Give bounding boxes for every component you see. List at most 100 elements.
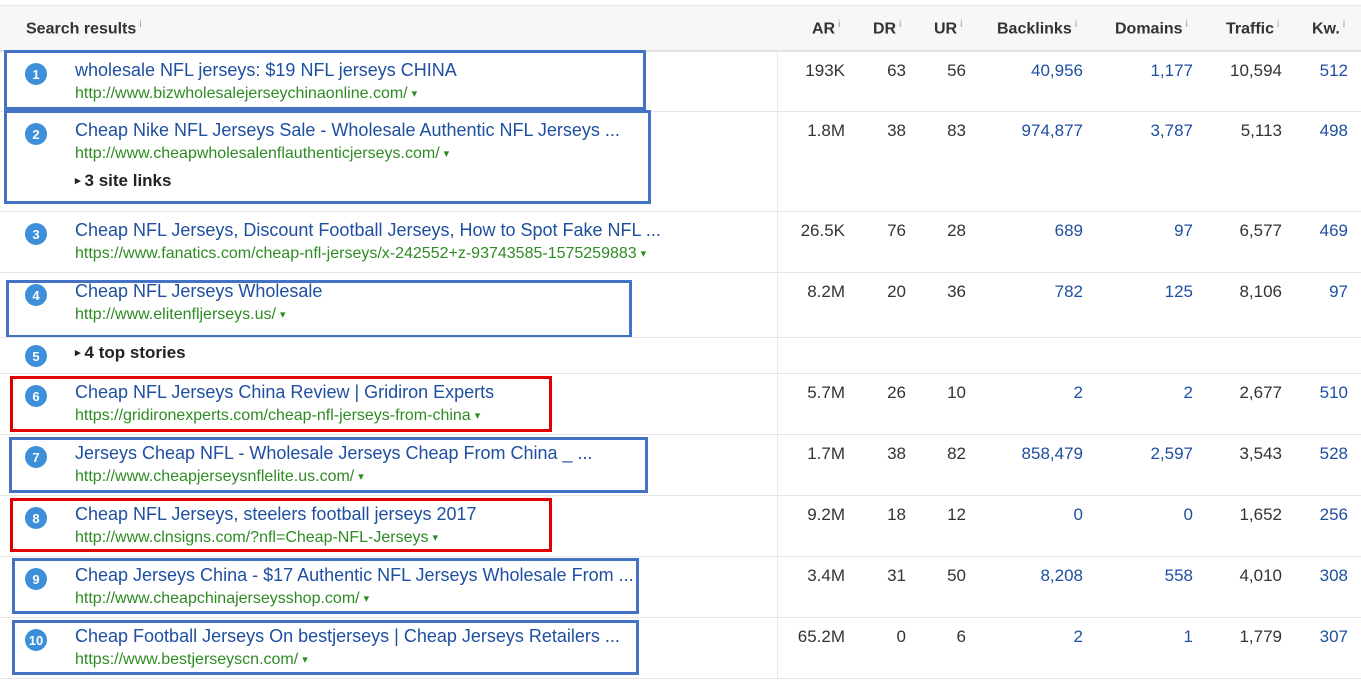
metric-domains[interactable]: 2,597 (1150, 444, 1193, 464)
position-badge: 3 (25, 223, 47, 245)
metric-traffic: 1,779 (1239, 627, 1282, 646)
header-ur[interactable]: UR i (934, 19, 962, 38)
metric-backlinks[interactable]: 2 (1074, 627, 1083, 647)
metric-ar: 3.4M (807, 566, 845, 585)
info-icon[interactable]: i (838, 19, 840, 30)
column-divider (777, 112, 778, 211)
results-table-header: Search results i AR i DR i UR i Backlinks i D… (0, 6, 1361, 51)
column-divider (777, 374, 778, 434)
header-search-results[interactable]: Search results i (26, 19, 142, 38)
blue-highlight-box (12, 620, 639, 675)
blue-highlight-box (9, 437, 648, 493)
caret-down-icon[interactable]: ▾ (641, 248, 647, 260)
metric-kw[interactable]: 498 (1320, 121, 1348, 141)
metric-backlinks[interactable]: 858,479 (1022, 444, 1083, 464)
metric-traffic: 8,106 (1239, 282, 1282, 301)
metric-dr: 38 (887, 121, 906, 140)
metric-backlinks[interactable]: 40,956 (1031, 61, 1083, 81)
header-dr[interactable]: DR i (873, 19, 901, 38)
header-keywords[interactable]: Kw. i (1312, 19, 1345, 38)
metric-domains[interactable]: 1,177 (1150, 61, 1193, 81)
blue-highlight-box (12, 558, 639, 614)
result-url[interactable]: https://www.fanatics.com/cheap-nfl-jerse… (75, 245, 646, 263)
metric-ur: 28 (947, 221, 966, 240)
metric-ar: 193K (805, 61, 845, 80)
result-url-text[interactable]: https://www.fanatics.com/cheap-nfl-jerse… (75, 245, 637, 262)
column-divider (777, 52, 778, 111)
metric-dr: 26 (887, 383, 906, 402)
info-icon[interactable]: i (1186, 19, 1188, 30)
metric-backlinks[interactable]: 0 (1074, 505, 1083, 525)
metric-domains[interactable]: 1 (1184, 627, 1193, 647)
info-icon[interactable]: i (899, 19, 901, 30)
info-icon[interactable]: i (1075, 19, 1077, 30)
metric-backlinks[interactable]: 8,208 (1040, 566, 1083, 586)
top-stories-toggle[interactable]: ▸ 4 top stories (75, 343, 186, 363)
metric-domains[interactable]: 125 (1165, 282, 1193, 302)
metric-kw[interactable]: 256 (1320, 505, 1348, 525)
metric-dr: 38 (887, 444, 906, 463)
metric-kw[interactable]: 469 (1320, 221, 1348, 241)
metric-traffic: 2,677 (1239, 383, 1282, 402)
column-divider (777, 273, 778, 337)
metric-domains[interactable]: 2 (1184, 383, 1193, 403)
header-ar[interactable]: AR i (812, 19, 840, 38)
row-divider (0, 337, 1361, 338)
metric-kw[interactable]: 308 (1320, 566, 1348, 586)
row-divider (0, 434, 1361, 435)
row-divider (0, 272, 1361, 273)
info-icon[interactable]: i (1343, 19, 1345, 30)
metric-ur: 50 (947, 566, 966, 585)
header-domains[interactable]: Domains i (1115, 19, 1188, 38)
metric-ar: 26.5K (800, 221, 845, 240)
row-divider (0, 556, 1361, 557)
header-backlinks[interactable]: Backlinks i (997, 19, 1077, 38)
metric-backlinks[interactable]: 782 (1055, 282, 1083, 302)
metric-dr: 18 (887, 505, 906, 524)
column-divider (777, 557, 778, 617)
red-highlight-box (10, 498, 552, 552)
metric-kw[interactable]: 97 (1329, 282, 1348, 302)
metric-kw[interactable]: 512 (1320, 61, 1348, 81)
metric-ur: 6 (956, 627, 966, 646)
expand-triangle-icon[interactable]: ▸ (75, 347, 81, 359)
info-icon[interactable]: i (139, 19, 141, 30)
metric-backlinks[interactable]: 974,877 (1022, 121, 1083, 141)
row-divider (0, 211, 1361, 212)
row-divider (0, 373, 1361, 374)
toggle-label[interactable]: 4 top stories (85, 343, 186, 362)
column-divider (777, 618, 778, 678)
metric-backlinks[interactable]: 689 (1055, 221, 1083, 241)
metric-dr: 31 (887, 566, 906, 585)
metric-domains[interactable]: 97 (1174, 221, 1193, 241)
metric-ar: 1.7M (807, 444, 845, 463)
column-divider (777, 212, 778, 272)
info-icon[interactable]: i (1277, 19, 1279, 30)
column-divider (777, 338, 778, 373)
metric-kw[interactable]: 528 (1320, 444, 1348, 464)
metric-kw[interactable]: 307 (1320, 627, 1348, 647)
metric-ur: 36 (947, 282, 966, 301)
blue-highlight-box (4, 110, 651, 204)
position-badge: 5 (25, 345, 47, 367)
metric-dr: 0 (896, 627, 906, 646)
metric-domains[interactable]: 558 (1165, 566, 1193, 586)
metric-domains[interactable]: 0 (1184, 505, 1193, 525)
metric-ur: 82 (947, 444, 966, 463)
column-divider (777, 496, 778, 556)
metric-traffic: 6,577 (1239, 221, 1282, 240)
metric-backlinks[interactable]: 2 (1074, 383, 1083, 403)
metric-dr: 76 (887, 221, 906, 240)
metric-ar: 5.7M (807, 383, 845, 402)
metric-traffic: 1,652 (1239, 505, 1282, 524)
metric-ar: 1.8M (807, 121, 845, 140)
info-icon[interactable]: i (960, 19, 962, 30)
metric-ur: 12 (947, 505, 966, 524)
header-traffic[interactable]: Traffic i (1226, 19, 1279, 38)
metric-domains[interactable]: 3,787 (1150, 121, 1193, 141)
metric-kw[interactable]: 510 (1320, 383, 1348, 403)
red-highlight-box (10, 376, 552, 432)
metric-ur: 56 (947, 61, 966, 80)
row-divider (0, 617, 1361, 618)
result-title-link[interactable]: Cheap NFL Jerseys, Discount Football Jer… (75, 220, 661, 241)
